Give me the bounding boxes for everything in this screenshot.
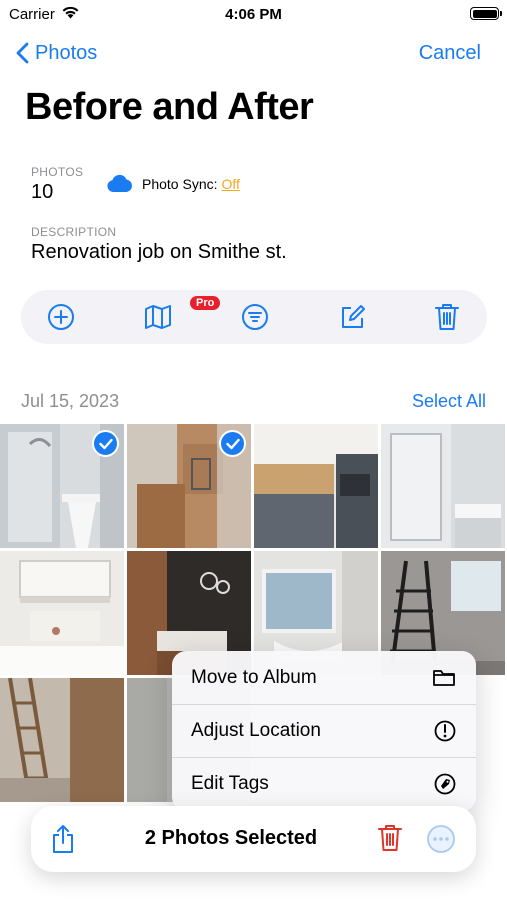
sync-toggle-link[interactable]: Off (222, 176, 240, 192)
map-icon (145, 305, 171, 329)
filter-button[interactable] (240, 302, 270, 332)
selection-bar: 2 Photos Selected (31, 806, 476, 872)
photo-tile[interactable] (0, 551, 124, 675)
delete-album-button[interactable] (432, 302, 462, 332)
photo-tile[interactable] (381, 424, 505, 548)
photo-sync: Photo Sync: Off (106, 174, 240, 193)
back-label: Photos (35, 41, 98, 64)
cloud-icon (107, 174, 133, 192)
vanity-photo (0, 551, 124, 675)
description-label: DESCRIPTION (31, 225, 117, 239)
selection-count: 2 Photos Selected (144, 827, 318, 849)
photo-tile[interactable] (0, 424, 124, 548)
battery-cap (500, 11, 502, 16)
back-button[interactable]: Photos (16, 38, 97, 68)
select-all-button[interactable]: Select All (412, 391, 486, 412)
photo-tile[interactable] (127, 424, 251, 548)
menu-item-move-to-album[interactable]: Move to Album (172, 651, 476, 704)
map-button[interactable] (143, 302, 173, 332)
filter-icon (242, 304, 268, 330)
edit-button[interactable] (337, 302, 367, 332)
page-title: Before and After (25, 86, 314, 128)
menu-item-edit-tags[interactable]: Edit Tags (172, 757, 476, 810)
trash-icon (435, 304, 459, 330)
menu-item-label: Edit Tags (191, 773, 269, 794)
menu-item-label: Move to Album (191, 666, 317, 688)
more-button[interactable] (426, 824, 456, 859)
section-date: Jul 15, 2023 (21, 391, 120, 411)
add-icon (48, 304, 74, 330)
status-bar: Carrier 4:06 PM (0, 0, 507, 30)
battery-icon (470, 7, 499, 20)
edit-icon (342, 305, 365, 328)
delete-selected-button[interactable] (377, 823, 403, 858)
photo-tile[interactable] (0, 678, 124, 802)
more-icon (427, 825, 455, 853)
photos-count: 10 (31, 181, 54, 203)
photos-count-label: PHOTOS (31, 165, 84, 179)
description-text: Renovation job on Smithe st. (31, 241, 287, 263)
trash-icon (378, 825, 402, 851)
photo-tile[interactable] (254, 424, 378, 548)
construction-photo (0, 678, 124, 802)
chevron-left-icon (16, 42, 29, 64)
clock: 4:06 PM (225, 6, 282, 23)
folder-icon (433, 669, 455, 686)
menu-item-label: Adjust Location (191, 720, 321, 741)
cancel-button[interactable]: Cancel (419, 38, 481, 68)
add-button[interactable] (46, 302, 76, 332)
shower-photo (381, 424, 505, 548)
pro-badge: Pro (190, 296, 221, 310)
location-info-icon (434, 720, 456, 742)
sync-label: Photo Sync: (142, 175, 218, 192)
kitchen-photo (254, 424, 378, 548)
action-toolbar: Pro (21, 290, 487, 344)
tag-icon (434, 773, 456, 795)
selected-checkmark-icon (219, 430, 246, 457)
selected-checkmark-icon (92, 430, 119, 457)
menu-item-adjust-location[interactable]: Adjust Location (172, 704, 476, 757)
context-menu: Move to Album Adjust Location Edit Tags (172, 651, 476, 811)
